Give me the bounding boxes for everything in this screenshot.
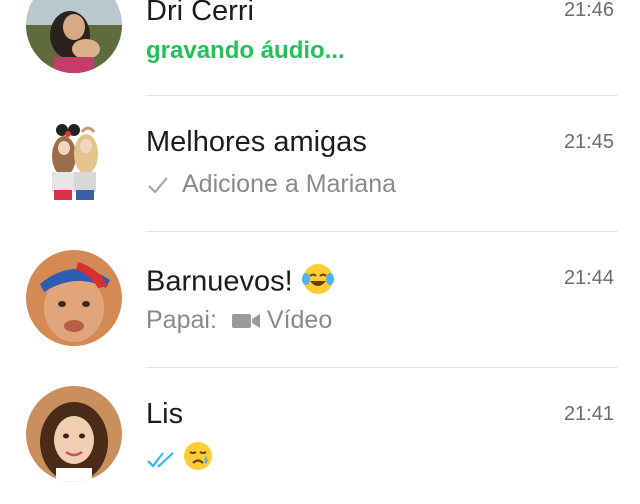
single-check-icon xyxy=(146,174,170,196)
chat-name: Melhores amigas xyxy=(146,126,367,158)
message-sender: Papai: xyxy=(146,306,217,334)
avatar[interactable] xyxy=(26,250,122,346)
tears-of-joy-emoji xyxy=(301,262,335,304)
chat-row-dri-cerri[interactable]: Dri Cerri 21:46 gravando áudio... xyxy=(0,0,640,99)
avatar[interactable] xyxy=(26,386,122,482)
avatar[interactable] xyxy=(26,0,122,73)
chat-name-text: Barnuevos! xyxy=(146,265,293,298)
chat-row-lis[interactable]: Lis 21:41 xyxy=(0,368,640,504)
chat-name: Lis xyxy=(146,398,184,430)
video-camera-icon xyxy=(231,311,261,331)
chat-row-barnuevos[interactable]: Barnuevos! 21:44 Papai: Vídeo xyxy=(0,232,640,368)
chat-time: 21:41 xyxy=(563,403,614,425)
chat-row-melhores-amigas[interactable]: Melhores amigas 21:45 Adicione a Mariana xyxy=(0,96,640,232)
chat-preview xyxy=(146,440,214,479)
chat-preview: Papai: Vídeo xyxy=(146,306,332,335)
chat-name: Dri Cerri xyxy=(146,0,254,27)
typing-status: gravando áudio... xyxy=(146,37,345,64)
chat-preview: Adicione a Mariana xyxy=(146,170,396,199)
chat-name: Barnuevos! xyxy=(146,262,335,304)
chat-time: 21:44 xyxy=(563,267,614,289)
crying-face-emoji xyxy=(182,440,214,479)
chat-time: 21:45 xyxy=(563,131,614,153)
media-label: Vídeo xyxy=(266,306,333,334)
double-check-read-icon xyxy=(146,449,176,471)
avatar[interactable] xyxy=(26,114,122,210)
chat-time: 21:46 xyxy=(563,0,614,21)
chat-message: Adicione a Mariana xyxy=(182,170,397,198)
